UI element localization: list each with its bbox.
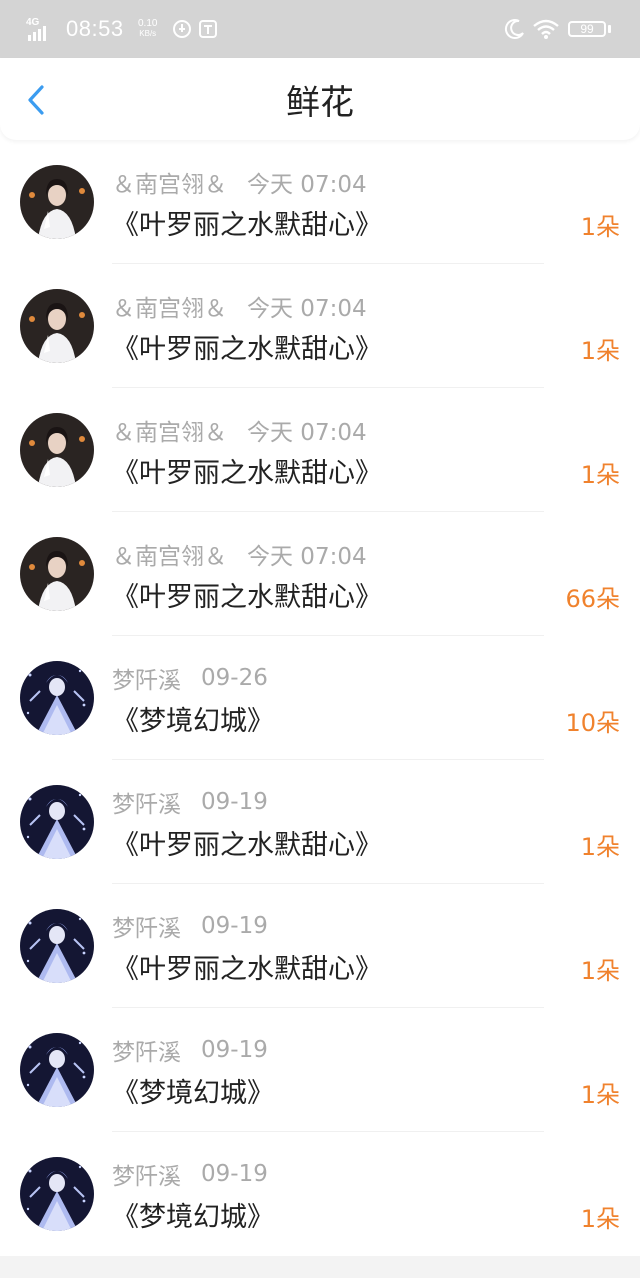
gift-title: 《梦境幻城》 [112, 1201, 274, 1233]
chevron-left-icon [28, 85, 44, 115]
flower-count: 66朵 [565, 584, 620, 613]
header-bar: 鲜花 [0, 58, 640, 140]
item-meta: 梦阡溪 09-19 [112, 1158, 268, 1190]
gift-title: 《梦境幻城》 [112, 705, 274, 737]
item-time: 今天 07:04 [247, 172, 367, 198]
sender-name[interactable]: 梦阡溪 [112, 1157, 181, 1191]
avatar-fairy-night-icon [20, 661, 94, 735]
battery-tip [608, 25, 611, 33]
network-type: 4G [26, 17, 40, 28]
page-title: 鲜花 [286, 82, 354, 123]
avatar[interactable] [20, 537, 94, 611]
flower-count: 1朵 [580, 336, 620, 365]
item-time: 今天 07:04 [247, 420, 367, 446]
flower-count: 1朵 [580, 212, 620, 241]
battery-level: 99 [568, 21, 606, 37]
item-meta: ＆南宫翎＆ 今天 07:04 [112, 290, 367, 322]
network-speed-unit: KB/s [139, 29, 157, 38]
avatar[interactable] [20, 413, 94, 487]
sender-name[interactable]: ＆南宫翎＆ [112, 413, 227, 447]
sender-name[interactable]: 梦阡溪 [112, 909, 181, 943]
flower-count: 1朵 [580, 460, 620, 489]
item-time: 09-19 [201, 1161, 268, 1187]
do-not-disturb-moon-icon [504, 0, 526, 58]
flower-count: 10朵 [565, 708, 620, 737]
avatar[interactable] [20, 1033, 94, 1107]
item-time: 今天 07:04 [247, 544, 367, 570]
sender-name[interactable]: 梦阡溪 [112, 1033, 181, 1067]
gift-title: 《叶罗丽之水默甜心》 [112, 457, 382, 489]
avatar-fairy-night-icon [20, 1157, 94, 1231]
item-time: 今天 07:04 [247, 296, 367, 322]
gift-title: 《叶罗丽之水默甜心》 [112, 581, 382, 613]
status-time: 08:53 [66, 16, 124, 41]
item-meta: ＆南宫翎＆ 今天 07:04 [112, 538, 367, 570]
gift-title: 《叶罗丽之水默甜心》 [112, 829, 382, 861]
avatar[interactable] [20, 909, 94, 983]
list-item[interactable]: ＆南宫翎＆ 今天 07:04 《叶罗丽之水默甜心》 1朵 [0, 140, 640, 264]
avatar[interactable] [20, 785, 94, 859]
bottom-edge [0, 1256, 640, 1278]
item-time: 09-19 [201, 1037, 268, 1063]
gift-title: 《梦境幻城》 [112, 1077, 274, 1109]
sender-name[interactable]: ＆南宫翎＆ [112, 289, 227, 323]
avatar-girl-white-icon [20, 165, 94, 239]
gift-title: 《叶罗丽之水默甜心》 [112, 209, 382, 241]
item-meta: 梦阡溪 09-26 [112, 662, 268, 694]
avatar-girl-white-icon [20, 413, 94, 487]
flower-record-list: ＆南宫翎＆ 今天 07:04 《叶罗丽之水默甜心》 1朵 ＆南宫翎＆ 今天 07… [0, 140, 640, 1256]
flower-count: 1朵 [580, 1080, 620, 1109]
avatar-fairy-night-icon [20, 909, 94, 983]
network-speed-value: 0.10 [138, 18, 158, 29]
wifi-icon [532, 0, 560, 58]
list-item[interactable]: 梦阡溪 09-19 《梦境幻城》 1朵 [0, 1008, 640, 1132]
avatar[interactable] [20, 165, 94, 239]
avatar[interactable] [20, 661, 94, 735]
list-item[interactable]: 梦阡溪 09-19 《叶罗丽之水默甜心》 1朵 [0, 884, 640, 1008]
item-meta: 梦阡溪 09-19 [112, 1034, 268, 1066]
item-meta: 梦阡溪 09-19 [112, 786, 268, 818]
flower-count: 1朵 [580, 1204, 620, 1233]
network-speed: 0.10 KB/s [138, 0, 157, 58]
item-time: 09-19 [201, 913, 268, 939]
avatar-girl-white-icon [20, 289, 94, 363]
app-notification-icon [198, 0, 218, 58]
gift-title: 《叶罗丽之水默甜心》 [112, 953, 382, 985]
cellular-signal-icon: 4G [26, 0, 60, 58]
sender-name[interactable]: 梦阡溪 [112, 661, 181, 695]
list-item[interactable]: 梦阡溪 09-19 《梦境幻城》 1朵 [0, 1132, 640, 1256]
avatar[interactable] [20, 289, 94, 363]
item-meta: ＆南宫翎＆ 今天 07:04 [112, 166, 367, 198]
gift-title: 《叶罗丽之水默甜心》 [112, 333, 382, 365]
sender-name[interactable]: 梦阡溪 [112, 785, 181, 819]
item-time: 09-19 [201, 789, 268, 815]
avatar-girl-white-icon [20, 537, 94, 611]
list-item[interactable]: 梦阡溪 09-19 《叶罗丽之水默甜心》 1朵 [0, 760, 640, 884]
item-meta: 梦阡溪 09-19 [112, 910, 268, 942]
item-time: 09-26 [201, 665, 268, 691]
flower-count: 1朵 [580, 832, 620, 861]
list-item[interactable]: ＆南宫翎＆ 今天 07:04 《叶罗丽之水默甜心》 66朵 [0, 512, 640, 636]
avatar[interactable] [20, 1157, 94, 1231]
sender-name[interactable]: ＆南宫翎＆ [112, 537, 227, 571]
list-item[interactable]: ＆南宫翎＆ 今天 07:04 《叶罗丽之水默甜心》 1朵 [0, 264, 640, 388]
item-meta: ＆南宫翎＆ 今天 07:04 [112, 414, 367, 446]
list-item[interactable]: 梦阡溪 09-26 《梦境幻城》 10朵 [0, 636, 640, 760]
notification-icon [172, 0, 192, 58]
battery-indicator: 99 [568, 0, 611, 58]
avatar-fairy-night-icon [20, 785, 94, 859]
back-button[interactable] [16, 80, 56, 120]
sender-name[interactable]: ＆南宫翎＆ [112, 165, 227, 199]
list-item[interactable]: ＆南宫翎＆ 今天 07:04 《叶罗丽之水默甜心》 1朵 [0, 388, 640, 512]
status-bar: 4G 08:53 0.10 KB/s 99 [0, 0, 640, 58]
avatar-fairy-night-icon [20, 1033, 94, 1107]
flower-count: 1朵 [580, 956, 620, 985]
